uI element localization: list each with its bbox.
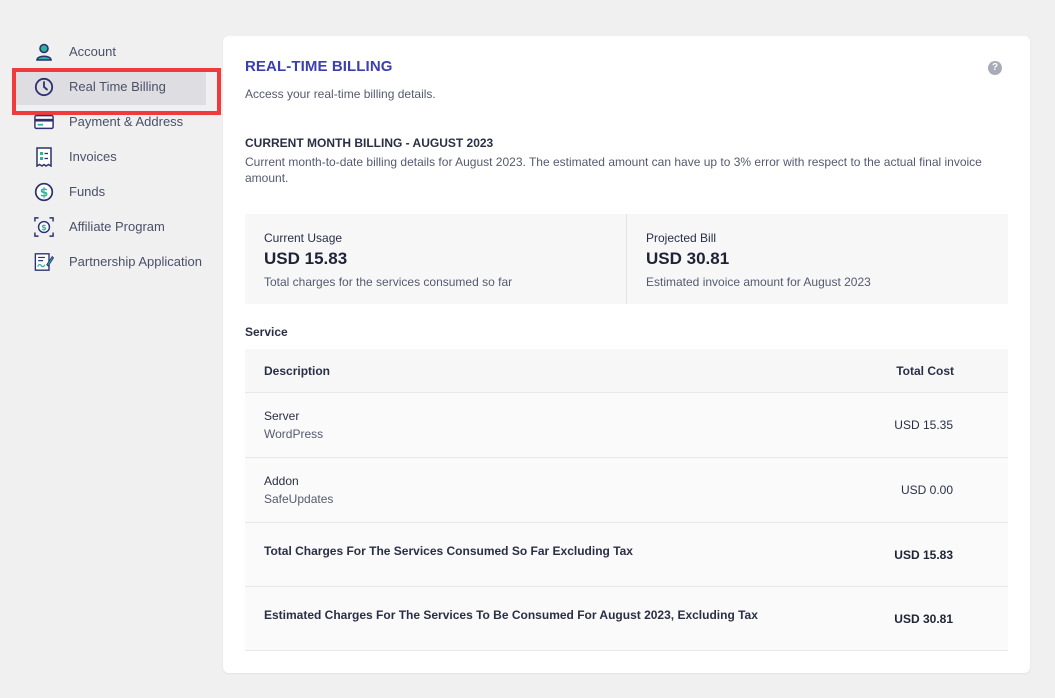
current-usage-note: Total charges for the services consumed … — [264, 275, 513, 289]
page-title: REAL-TIME BILLING — [245, 58, 393, 75]
total-row: Total Charges For The Services Consumed … — [245, 523, 1008, 587]
current-month-title: CURRENT MONTH BILLING - AUGUST 2023 — [245, 136, 494, 150]
page-subtitle: Access your real-time billing details. — [245, 87, 436, 101]
projected-bill-label: Projected Bill — [646, 231, 717, 245]
billing-card: ? REAL-TIME BILLING Access your real-tim… — [223, 36, 1030, 673]
column-header-total-cost: Total Cost — [896, 363, 954, 378]
row-detail: WordPress — [264, 427, 324, 441]
estimated-total-cost: USD 30.81 — [894, 611, 953, 626]
sidebar-item-real-time-billing[interactable]: Real Time Billing — [0, 68, 221, 115]
estimated-total-row: Estimated Charges For The Services To Be… — [245, 587, 1008, 651]
row-name: Addon — [264, 474, 299, 488]
row-detail: SafeUpdates — [264, 492, 334, 506]
estimated-total-label: Estimated Charges For The Services To Be… — [264, 607, 758, 622]
row-cost: USD 0.00 — [900, 483, 953, 497]
current-month-description: Current month-to-date billing details fo… — [245, 155, 982, 185]
column-header-description: Description — [264, 363, 331, 378]
row-description: Addon SafeUpdates — [264, 474, 333, 506]
invoice-icon — [34, 146, 54, 167]
sidebar-item-funds[interactable]: $ Funds — [0, 174, 215, 209]
current-usage-label: Current Usage — [264, 231, 343, 245]
row-description: Server WordPress — [264, 409, 323, 441]
user-icon — [34, 42, 54, 62]
sidebar-item-label: Invoices — [69, 149, 117, 164]
projected-bill-box: Projected Bill USD 30.81 Estimated invoi… — [626, 214, 1008, 304]
sidebar-item-label: Payment & Address — [69, 114, 184, 129]
row-cost: USD 15.35 — [894, 418, 953, 432]
sidebar-item-label: Funds — [69, 184, 106, 199]
svg-text:$: $ — [40, 185, 48, 199]
help-icon[interactable]: ? — [988, 61, 1002, 75]
current-usage-box: Current Usage USD 15.83 Total charges fo… — [245, 214, 626, 304]
total-label: Total Charges For The Services Consumed … — [264, 543, 633, 558]
sidebar-item-label: Real Time Billing — [69, 79, 166, 94]
sidebar-item-payment-address[interactable]: Payment & Address — [0, 104, 215, 139]
sidebar-item-label: Account — [69, 44, 116, 59]
projected-bill-value: USD 30.81 — [646, 249, 730, 268]
affiliate-icon: $ — [34, 216, 54, 237]
sidebar-item-label: Affiliate Program — [69, 219, 165, 234]
svg-text:$: $ — [41, 222, 47, 232]
row-name: Server — [264, 409, 300, 423]
sidebar: Account Real Time Billing Payment & Addr… — [0, 34, 221, 279]
application-form-icon — [34, 252, 54, 272]
table-row: Server WordPress USD 15.35 — [245, 393, 1008, 458]
sidebar-item-label: Partnership Application — [69, 254, 202, 269]
sidebar-item-account[interactable]: Account — [0, 34, 215, 69]
clock-icon — [34, 77, 54, 97]
sidebar-item-invoices[interactable]: Invoices — [0, 139, 215, 174]
sidebar-item-affiliate-program[interactable]: $ Affiliate Program — [0, 209, 215, 244]
current-usage-value: USD 15.83 — [264, 249, 348, 268]
sidebar-item-partnership-application[interactable]: Partnership Application — [0, 244, 215, 279]
billing-summary: Current Usage USD 15.83 Total charges fo… — [245, 214, 1008, 304]
credit-card-icon — [34, 112, 54, 132]
service-table: Description Total Cost Server WordPress … — [245, 349, 1008, 651]
total-cost: USD 15.83 — [894, 547, 953, 562]
service-heading: Service — [245, 325, 288, 339]
projected-bill-note: Estimated invoice amount for August 2023 — [646, 275, 871, 289]
table-row: Addon SafeUpdates USD 0.00 — [245, 458, 1008, 523]
table-header-row: Description Total Cost — [245, 349, 1008, 393]
dollar-coin-icon: $ — [34, 182, 54, 202]
